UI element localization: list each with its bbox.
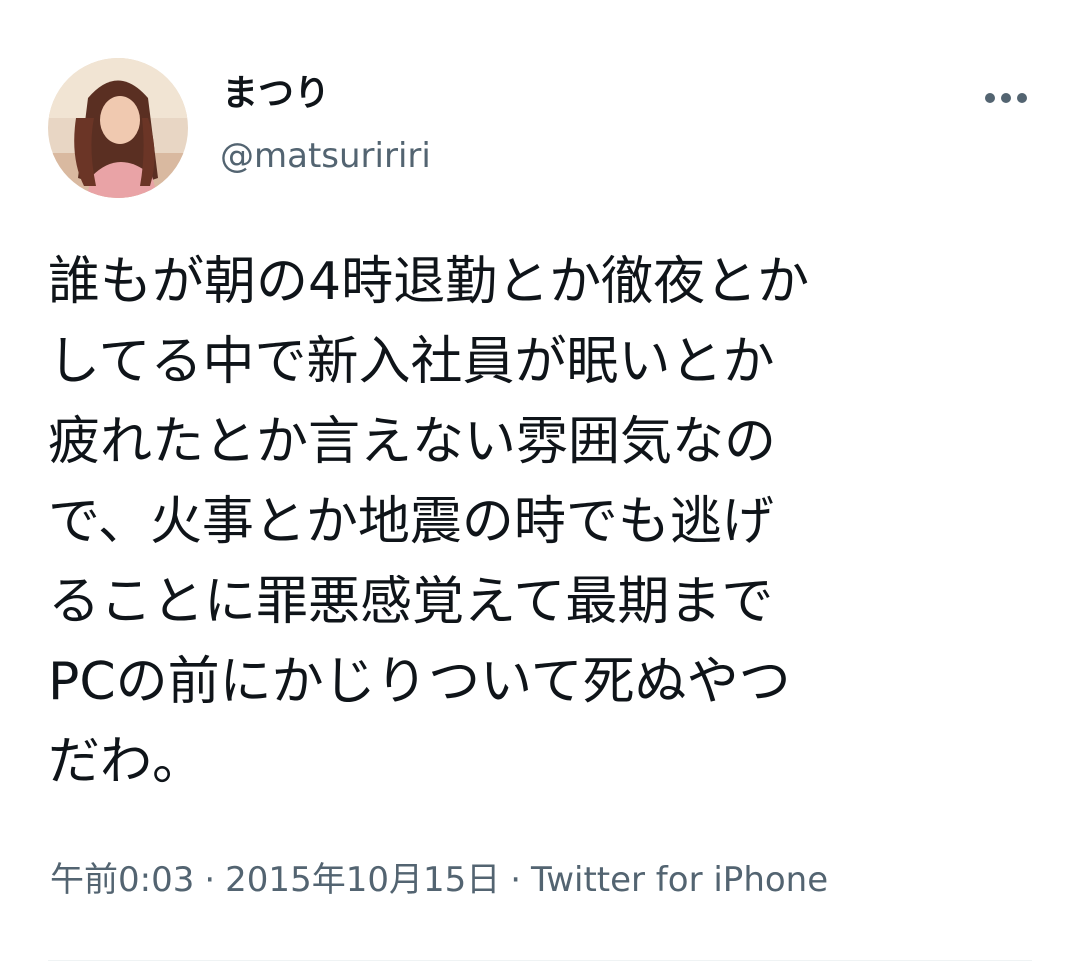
tweet-text: 誰もが朝の4時退勤とか徹夜とか してる中で新入社員が眠いとか 疲れたとか言えない… [48,242,1038,802]
tweet-time[interactable]: 午前0:03 [50,860,194,900]
tweet-line: ることに罪悪感覚えて最期まで [48,572,774,632]
more-horizontal-icon [985,93,1027,103]
tweet-line: PCの前にかじりついて死ぬやつ [48,652,791,712]
meta-separator: · [510,860,522,900]
divider [48,960,1032,961]
tweet-line: で、火事とか地震の時でも逃げ [48,492,774,552]
user-handle[interactable]: @matsuririri [220,134,431,178]
meta-separator: · [204,860,216,900]
tweet-line: だわ。 [48,732,205,792]
tweet-date[interactable]: 2015年10月15日 [225,860,500,900]
avatar-photo [48,58,188,198]
tweet-source[interactable]: Twitter for iPhone [531,860,828,900]
tweet-line: 誰もが朝の4時退勤とか徹夜とか [48,252,810,312]
avatar[interactable] [48,58,188,198]
tweet-metadata: 午前0:03 · 2015年10月15日 · Twitter for iPhone [50,856,828,904]
more-options-button[interactable] [978,78,1034,118]
tweet-line: してる中で新入社員が眠いとか [48,332,775,392]
display-name[interactable]: まつり [222,72,330,116]
tweet-line: 疲れたとか言えない雰囲気なの [48,412,777,472]
